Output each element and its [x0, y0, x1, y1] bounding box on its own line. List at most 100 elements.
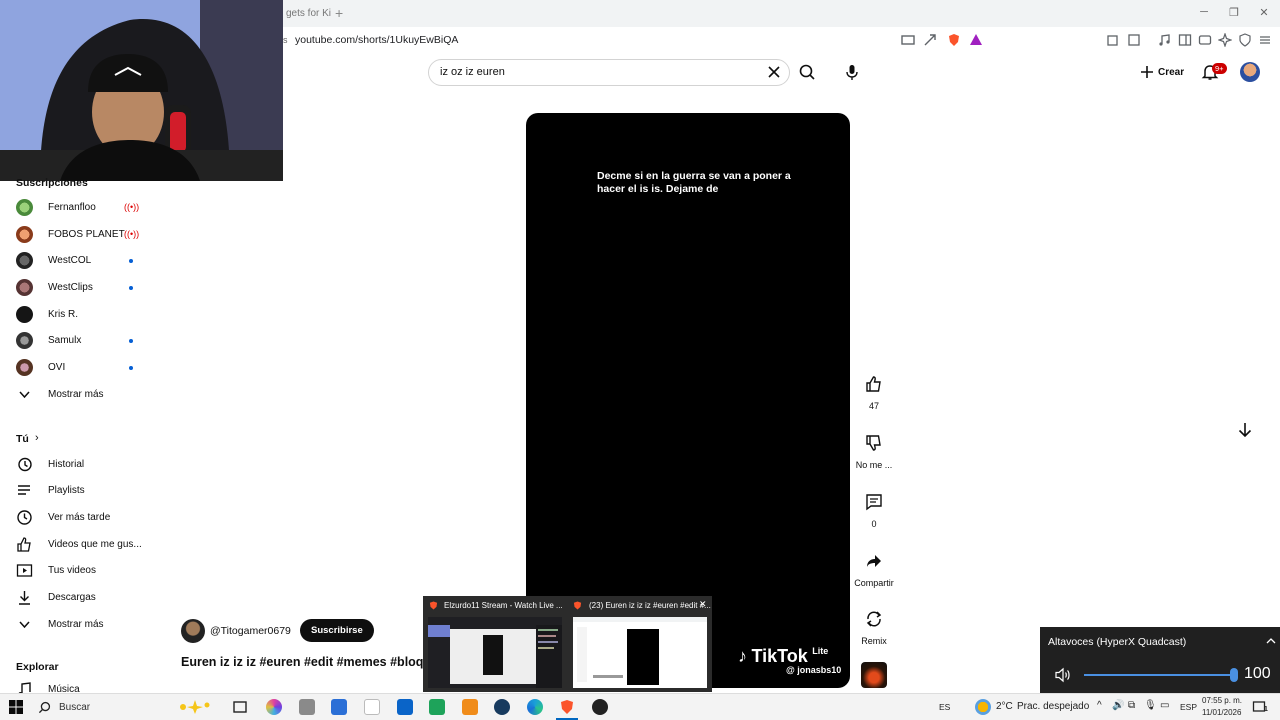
url-field[interactable]: youtube.com/shorts/1UkuyEwBiQA: [295, 34, 458, 46]
sidebar-item-music[interactable]: Música: [16, 677, 156, 693]
audio-source-thumbnail[interactable]: [861, 662, 887, 688]
subscriptions-heading[interactable]: Suscripciones: [16, 177, 88, 189]
copilot-icon[interactable]: [266, 699, 282, 715]
keyboard-language[interactable]: ES: [939, 702, 950, 712]
media-icon[interactable]: [1158, 33, 1172, 47]
new-tab-button[interactable]: +: [335, 5, 343, 21]
sidebar-item-liked-videos[interactable]: Videos que me gus...: [16, 532, 156, 558]
new-content-dot: [129, 339, 133, 343]
sidebar-item-history[interactable]: Historial: [16, 452, 156, 478]
audio-device-name[interactable]: Altavoces (HyperX Quadcast): [1048, 636, 1186, 648]
liked-videos-icon: [17, 537, 31, 552]
weather-icon[interactable]: [975, 699, 991, 715]
microphone-icon[interactable]: [843, 63, 861, 81]
microphone-tray-icon[interactable]: 🎙: [1144, 700, 1157, 711]
preview-window-title[interactable]: Elzurdo11 Stream - Watch Live ...: [444, 601, 563, 610]
subscription-item[interactable]: WestClips: [16, 275, 156, 301]
taskbar-search-icon[interactable]: [38, 701, 51, 714]
sidebar-item-downloads[interactable]: Descargas: [16, 585, 156, 611]
extensions-icon[interactable]: [1106, 33, 1120, 47]
channel-name: Fernanfloo: [48, 202, 96, 213]
store-icon[interactable]: [429, 699, 445, 715]
video-title[interactable]: Euren iz iz iz #euren #edit #memes #bloq…: [181, 655, 426, 669]
close-preview-icon[interactable]: ✕: [699, 599, 707, 610]
search-input[interactable]: iz oz iz euren: [440, 66, 505, 78]
site-info-icon[interactable]: s: [283, 35, 288, 45]
brave-rewards-icon[interactable]: [969, 33, 983, 47]
taskbar-search-label[interactable]: Buscar: [59, 702, 90, 713]
comments-button[interactable]: 0: [852, 493, 896, 529]
leo-ai-icon[interactable]: [1218, 33, 1232, 47]
edge-icon[interactable]: [527, 699, 543, 715]
app-icon[interactable]: [462, 699, 478, 715]
preview-window-title[interactable]: (23) Euren iz iz iz #euren #edit #...: [589, 601, 711, 610]
task-view-icon[interactable]: [232, 699, 248, 715]
weather-description[interactable]: Prac. despejado: [1017, 701, 1089, 712]
maximize-button[interactable]: ❐: [1226, 6, 1242, 20]
arrow-down-icon[interactable]: [1236, 421, 1254, 439]
cast-icon[interactable]: [901, 33, 915, 47]
subscription-item[interactable]: Kris R.: [16, 302, 156, 328]
snipping-tool-icon[interactable]: [331, 699, 347, 715]
search-icon[interactable]: [795, 60, 821, 85]
weather-temp[interactable]: 2°C: [996, 701, 1013, 712]
channel-avatar: [16, 332, 33, 349]
share-icon[interactable]: [923, 33, 937, 47]
show-more-you[interactable]: Mostrar más: [16, 612, 156, 638]
minimize-button[interactable]: ─: [1196, 6, 1212, 20]
close-window-button[interactable]: ✕: [1256, 6, 1272, 20]
volume-slider-thumb[interactable]: [1230, 668, 1238, 682]
speaker-icon[interactable]: [1054, 666, 1072, 684]
preview-thumbnail[interactable]: [573, 617, 707, 688]
subscription-item[interactable]: Samulx: [16, 328, 156, 354]
sidebar-item-playlists[interactable]: Playlists: [16, 478, 156, 504]
clear-search-icon[interactable]: [767, 65, 781, 79]
outlook-icon[interactable]: [397, 699, 413, 715]
speaker-tray-icon[interactable]: 🔊: [1112, 700, 1124, 711]
clock-date[interactable]: 11/01/2026: [1202, 708, 1241, 717]
sidebar-item-label: Historial: [48, 459, 85, 470]
dislike-button[interactable]: No me ...: [852, 434, 896, 470]
brave-browser-icon[interactable]: [559, 699, 575, 715]
subscription-item[interactable]: Fernanfloo ((•)): [16, 195, 156, 221]
streamer-webcam-image: [0, 0, 283, 181]
steam-icon[interactable]: [494, 699, 510, 715]
sidebar-icon[interactable]: [1178, 33, 1192, 47]
photos-app-icon[interactable]: [299, 699, 315, 715]
browser-tab-title[interactable]: gets for Ki: [286, 8, 331, 19]
notepad-icon[interactable]: [364, 699, 380, 715]
sidebar-item-your-videos[interactable]: Tus videos: [16, 558, 156, 584]
windows-start-icon[interactable]: [8, 699, 24, 715]
subscribe-button[interactable]: Suscribirse: [300, 619, 374, 642]
like-button[interactable]: 47: [852, 375, 896, 411]
preview-thumbnail[interactable]: [428, 617, 562, 688]
menu-icon[interactable]: [1258, 33, 1272, 47]
obs-icon[interactable]: [592, 699, 608, 715]
search-highlight-icon[interactable]: [175, 699, 215, 715]
input-language[interactable]: ESP: [1180, 702, 1197, 712]
subscription-item[interactable]: OVI: [16, 355, 156, 381]
you-heading[interactable]: Tú: [16, 433, 29, 445]
sidebar-item-watch-later[interactable]: Ver más tarde: [16, 505, 156, 531]
brave-shield-icon[interactable]: [947, 33, 961, 47]
account-avatar[interactable]: [1240, 62, 1260, 82]
subscription-item[interactable]: WestCOL: [16, 248, 156, 274]
chevron-up-icon[interactable]: ^: [1097, 700, 1102, 711]
vpn-icon[interactable]: [1238, 33, 1252, 47]
show-more-subscriptions[interactable]: Mostrar más: [16, 382, 156, 408]
wallet-icon[interactable]: [1198, 33, 1212, 47]
chevron-up-icon[interactable]: [1266, 636, 1276, 646]
notification-count: 1: [1264, 706, 1268, 713]
network-icon[interactable]: ▭: [1160, 700, 1169, 711]
bookmark-icon[interactable]: [1127, 33, 1141, 47]
channel-avatar[interactable]: [181, 619, 205, 643]
volume-slider-track[interactable]: [1084, 674, 1236, 676]
clock-time[interactable]: 07:55 p. m.: [1202, 696, 1242, 705]
channel-name[interactable]: @Titogamer0679: [210, 625, 291, 637]
tray-app-icon[interactable]: ⧉: [1128, 700, 1135, 711]
playlists-icon: [18, 485, 30, 495]
share-button[interactable]: Compartir: [852, 552, 896, 588]
remix-button[interactable]: Remix: [852, 610, 896, 646]
subscription-item[interactable]: FOBOS PLANET ((•)): [16, 222, 156, 248]
new-content-dot: [129, 286, 133, 290]
